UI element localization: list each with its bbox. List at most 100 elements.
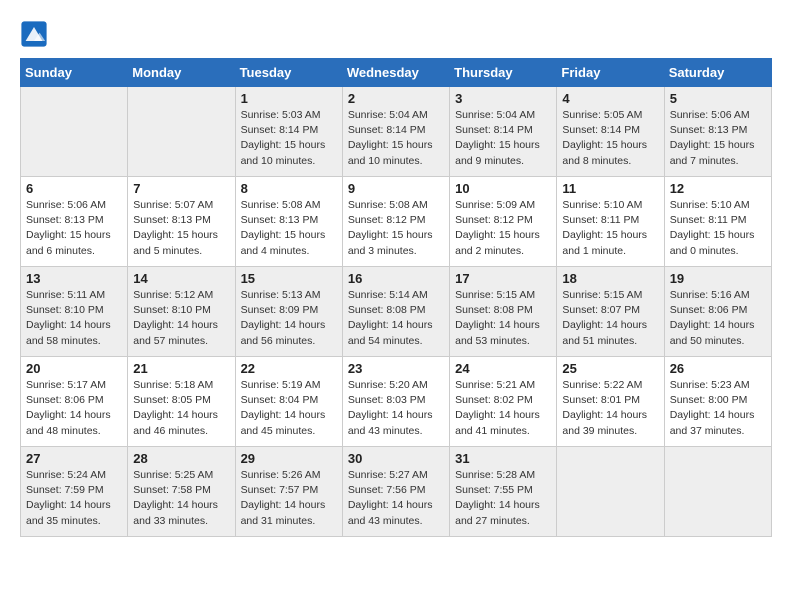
day-info: Sunrise: 5:11 AMSunset: 8:10 PMDaylight:… (26, 288, 122, 349)
calendar-cell: 2 Sunrise: 5:04 AMSunset: 8:14 PMDaylight… (342, 87, 449, 177)
day-number: 17 (455, 271, 551, 286)
day-number: 25 (562, 361, 658, 376)
day-info: Sunrise: 5:12 AMSunset: 8:10 PMDaylight:… (133, 288, 229, 349)
day-number: 13 (26, 271, 122, 286)
day-info: Sunrise: 5:08 AMSunset: 8:13 PMDaylight:… (241, 198, 337, 259)
day-info: Sunrise: 5:28 AMSunset: 7:55 PMDaylight:… (455, 468, 551, 529)
day-info: Sunrise: 5:06 AMSunset: 8:13 PMDaylight:… (26, 198, 122, 259)
day-number: 18 (562, 271, 658, 286)
day-number: 4 (562, 91, 658, 106)
day-number: 27 (26, 451, 122, 466)
day-number: 21 (133, 361, 229, 376)
day-number: 24 (455, 361, 551, 376)
calendar-header-row: SundayMondayTuesdayWednesdayThursdayFrid… (21, 59, 772, 87)
day-number: 12 (670, 181, 766, 196)
day-number: 2 (348, 91, 444, 106)
calendar-cell: 26 Sunrise: 5:23 AMSunset: 8:00 PMDayligh… (664, 357, 771, 447)
week-row-3: 13 Sunrise: 5:11 AMSunset: 8:10 PMDayligh… (21, 267, 772, 357)
calendar-cell: 19Sunrise: 5:16 AMSunset: 8:06 PMDayligh… (664, 267, 771, 357)
day-info: Sunrise: 5:20 AMSunset: 8:03 PMDaylight:… (348, 378, 444, 439)
column-header-thursday: Thursday (450, 59, 557, 87)
day-info: Sunrise: 5:05 AMSunset: 8:14 PMDaylight:… (562, 108, 658, 169)
calendar-cell (21, 87, 128, 177)
day-number: 15 (241, 271, 337, 286)
day-number: 20 (26, 361, 122, 376)
day-info: Sunrise: 5:21 AMSunset: 8:02 PMDaylight:… (455, 378, 551, 439)
day-number: 30 (348, 451, 444, 466)
day-info: Sunrise: 5:10 AMSunset: 8:11 PMDaylight:… (562, 198, 658, 259)
week-row-1: 1Sunrise: 5:03 AMSunset: 8:14 PMDaylight… (21, 87, 772, 177)
day-info: Sunrise: 5:08 AMSunset: 8:12 PMDaylight:… (348, 198, 444, 259)
day-info: Sunrise: 5:13 AMSunset: 8:09 PMDaylight:… (241, 288, 337, 349)
calendar-cell: 5 Sunrise: 5:06 AMSunset: 8:13 PMDaylight… (664, 87, 771, 177)
week-row-4: 20 Sunrise: 5:17 AMSunset: 8:06 PMDayligh… (21, 357, 772, 447)
day-number: 26 (670, 361, 766, 376)
calendar-cell: 21 Sunrise: 5:18 AMSunset: 8:05 PMDayligh… (128, 357, 235, 447)
column-header-saturday: Saturday (664, 59, 771, 87)
calendar-cell: 28 Sunrise: 5:25 AMSunset: 7:58 PMDayligh… (128, 447, 235, 537)
day-number: 23 (348, 361, 444, 376)
day-info: Sunrise: 5:18 AMSunset: 8:05 PMDaylight:… (133, 378, 229, 439)
day-info: Sunrise: 5:17 AMSunset: 8:06 PMDaylight:… (26, 378, 122, 439)
day-number: 14 (133, 271, 229, 286)
logo (20, 20, 52, 48)
day-number: 22 (241, 361, 337, 376)
calendar-cell (128, 87, 235, 177)
calendar-cell: 1Sunrise: 5:03 AMSunset: 8:14 PMDaylight… (235, 87, 342, 177)
day-info: Sunrise: 5:19 AMSunset: 8:04 PMDaylight:… (241, 378, 337, 439)
calendar-cell: 4 Sunrise: 5:05 AMSunset: 8:14 PMDaylight… (557, 87, 664, 177)
calendar-cell: 18 Sunrise: 5:15 AMSunset: 8:07 PMDayligh… (557, 267, 664, 357)
calendar-cell (664, 447, 771, 537)
day-info: Sunrise: 5:27 AMSunset: 7:56 PMDaylight:… (348, 468, 444, 529)
day-info: Sunrise: 5:23 AMSunset: 8:00 PMDaylight:… (670, 378, 766, 439)
column-header-sunday: Sunday (21, 59, 128, 87)
calendar-cell: 22 Sunrise: 5:19 AMSunset: 8:04 PMDayligh… (235, 357, 342, 447)
calendar-cell: 7Sunrise: 5:07 AMSunset: 8:13 PMDaylight… (128, 177, 235, 267)
logo-icon (20, 20, 48, 48)
day-number: 31 (455, 451, 551, 466)
week-row-2: 6 Sunrise: 5:06 AMSunset: 8:13 PMDaylight… (21, 177, 772, 267)
calendar-cell: 27 Sunrise: 5:24 AMSunset: 7:59 PMDayligh… (21, 447, 128, 537)
day-number: 29 (241, 451, 337, 466)
week-row-5: 27 Sunrise: 5:24 AMSunset: 7:59 PMDayligh… (21, 447, 772, 537)
calendar-cell: 8 Sunrise: 5:08 AMSunset: 8:13 PMDaylight… (235, 177, 342, 267)
calendar-cell: 14 Sunrise: 5:12 AMSunset: 8:10 PMDayligh… (128, 267, 235, 357)
calendar-cell: 20 Sunrise: 5:17 AMSunset: 8:06 PMDayligh… (21, 357, 128, 447)
calendar-cell: 31 Sunrise: 5:28 AMSunset: 7:55 PMDayligh… (450, 447, 557, 537)
column-header-monday: Monday (128, 59, 235, 87)
day-number: 5 (670, 91, 766, 106)
day-info: Sunrise: 5:14 AMSunset: 8:08 PMDaylight:… (348, 288, 444, 349)
day-number: 28 (133, 451, 229, 466)
calendar-cell: 3Sunrise: 5:04 AMSunset: 8:14 PMDaylight… (450, 87, 557, 177)
calendar-cell: 24 Sunrise: 5:21 AMSunset: 8:02 PMDayligh… (450, 357, 557, 447)
day-number: 1 (241, 91, 337, 106)
calendar-cell: 16 Sunrise: 5:14 AMSunset: 8:08 PMDayligh… (342, 267, 449, 357)
calendar-cell: 23 Sunrise: 5:20 AMSunset: 8:03 PMDayligh… (342, 357, 449, 447)
day-number: 16 (348, 271, 444, 286)
calendar-cell (557, 447, 664, 537)
day-number: 19 (670, 271, 766, 286)
calendar-cell: 11 Sunrise: 5:10 AMSunset: 8:11 PMDayligh… (557, 177, 664, 267)
calendar-cell: 30 Sunrise: 5:27 AMSunset: 7:56 PMDayligh… (342, 447, 449, 537)
column-header-tuesday: Tuesday (235, 59, 342, 87)
day-info: Sunrise: 5:15 AMSunset: 8:08 PMDaylight:… (455, 288, 551, 349)
day-info: Sunrise: 5:15 AMSunset: 8:07 PMDaylight:… (562, 288, 658, 349)
day-info: Sunrise: 5:04 AMSunset: 8:14 PMDaylight:… (348, 108, 444, 169)
day-info: Sunrise: 5:26 AMSunset: 7:57 PMDaylight:… (241, 468, 337, 529)
day-number: 10 (455, 181, 551, 196)
day-info: Sunrise: 5:10 AMSunset: 8:11 PMDaylight:… (670, 198, 766, 259)
column-header-wednesday: Wednesday (342, 59, 449, 87)
day-number: 11 (562, 181, 658, 196)
calendar-cell: 15 Sunrise: 5:13 AMSunset: 8:09 PMDayligh… (235, 267, 342, 357)
calendar-cell: 29 Sunrise: 5:26 AMSunset: 7:57 PMDayligh… (235, 447, 342, 537)
day-info: Sunrise: 5:04 AMSunset: 8:14 PMDaylight:… (455, 108, 551, 169)
day-number: 8 (241, 181, 337, 196)
day-info: Sunrise: 5:22 AMSunset: 8:01 PMDaylight:… (562, 378, 658, 439)
page-header (20, 20, 772, 48)
day-info: Sunrise: 5:24 AMSunset: 7:59 PMDaylight:… (26, 468, 122, 529)
day-number: 6 (26, 181, 122, 196)
day-info: Sunrise: 5:25 AMSunset: 7:58 PMDaylight:… (133, 468, 229, 529)
calendar-cell: 25 Sunrise: 5:22 AMSunset: 8:01 PMDayligh… (557, 357, 664, 447)
calendar-cell: 9Sunrise: 5:08 AMSunset: 8:12 PMDaylight… (342, 177, 449, 267)
day-info: Sunrise: 5:06 AMSunset: 8:13 PMDaylight:… (670, 108, 766, 169)
